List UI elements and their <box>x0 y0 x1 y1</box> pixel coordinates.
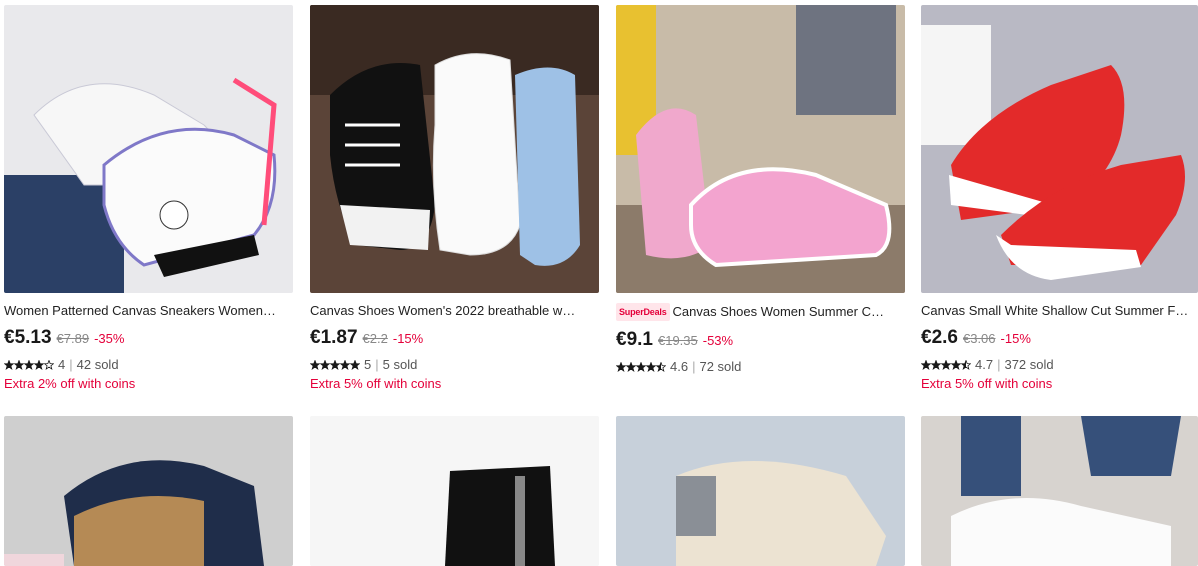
star-icon <box>941 359 951 370</box>
product-image[interactable] <box>4 5 293 293</box>
coins-promo: Extra 5% off with coins <box>921 376 1053 391</box>
product-price: €2.6 <box>921 327 958 348</box>
product-card[interactable] <box>4 416 293 566</box>
star-icon <box>951 359 961 370</box>
star-rating <box>921 359 971 370</box>
sold-count: 42 sold <box>76 357 119 372</box>
star-icon <box>616 361 626 372</box>
divider: | <box>375 357 379 372</box>
product-card[interactable] <box>921 416 1198 566</box>
product-price: €9.1 <box>616 329 653 350</box>
star-icon <box>330 359 340 370</box>
original-price: €7.89 <box>56 331 90 346</box>
star-icon <box>931 359 941 370</box>
divider: | <box>692 359 696 374</box>
star-icon <box>34 359 44 370</box>
discount-badge: -15% <box>1000 331 1031 346</box>
superdeals-badge: SuperDeals <box>616 303 670 321</box>
product-card[interactable]: Women Patterned Canvas Sneakers Women… €… <box>4 5 293 391</box>
star-rating <box>616 361 666 372</box>
star-icon <box>320 359 330 370</box>
product-title[interactable]: Canvas Shoes Women's 2022 breathable w… <box>310 303 575 319</box>
product-image[interactable] <box>616 416 905 566</box>
product-title[interactable]: Canvas Small White Shallow Cut Summer F… <box>921 303 1188 319</box>
rating-value: 4.6 <box>670 359 689 374</box>
star-icon <box>626 361 636 372</box>
divider: | <box>69 357 73 372</box>
star-icon <box>310 359 320 370</box>
star-icon <box>921 359 931 370</box>
rating-value: 4.7 <box>975 357 994 372</box>
original-price: €2.2 <box>362 331 388 346</box>
rating-value: 4 <box>58 357 66 372</box>
discount-badge: -53% <box>702 333 734 348</box>
star-icon <box>44 359 54 370</box>
star-icon <box>14 359 24 370</box>
product-image[interactable] <box>921 5 1198 293</box>
product-title[interactable]: Women Patterned Canvas Sneakers Women… <box>4 303 276 319</box>
product-image[interactable] <box>4 416 293 566</box>
product-card[interactable] <box>310 416 599 566</box>
sold-count: 5 sold <box>382 357 418 372</box>
product-card[interactable] <box>616 416 905 566</box>
product-image[interactable] <box>616 5 905 293</box>
product-image[interactable] <box>921 416 1198 566</box>
star-icon <box>646 361 656 372</box>
original-price: €3.06 <box>962 331 996 346</box>
star-rating <box>4 359 54 370</box>
star-icon <box>350 359 360 370</box>
star-icon <box>961 359 971 370</box>
coins-promo: Extra 5% off with coins <box>310 376 442 391</box>
star-icon <box>24 359 34 370</box>
star-icon <box>4 359 14 370</box>
star-icon <box>636 361 646 372</box>
divider: | <box>997 357 1001 372</box>
product-image[interactable] <box>310 416 599 566</box>
original-price: €19.35 <box>657 333 698 348</box>
rating-value: 5 <box>364 357 372 372</box>
coins-promo: Extra 2% off with coins <box>4 376 136 391</box>
discount-badge: -15% <box>392 331 424 346</box>
star-icon <box>656 361 666 372</box>
product-card[interactable]: SuperDeals Canvas Shoes Women Summer C… … <box>616 5 905 374</box>
star-rating <box>310 359 360 370</box>
star-icon <box>340 359 350 370</box>
product-title[interactable]: Canvas Shoes Women Summer C… <box>673 304 884 320</box>
product-price: €1.87 <box>310 327 358 348</box>
sold-count: 72 sold <box>699 359 742 374</box>
product-price: €5.13 <box>4 327 52 348</box>
product-image[interactable] <box>310 5 599 293</box>
product-card[interactable]: Canvas Small White Shallow Cut Summer F…… <box>921 5 1198 391</box>
sold-count: 372 sold <box>1004 357 1054 372</box>
discount-badge: -35% <box>94 331 125 346</box>
product-card[interactable]: Canvas Shoes Women's 2022 breathable w… … <box>310 5 599 391</box>
